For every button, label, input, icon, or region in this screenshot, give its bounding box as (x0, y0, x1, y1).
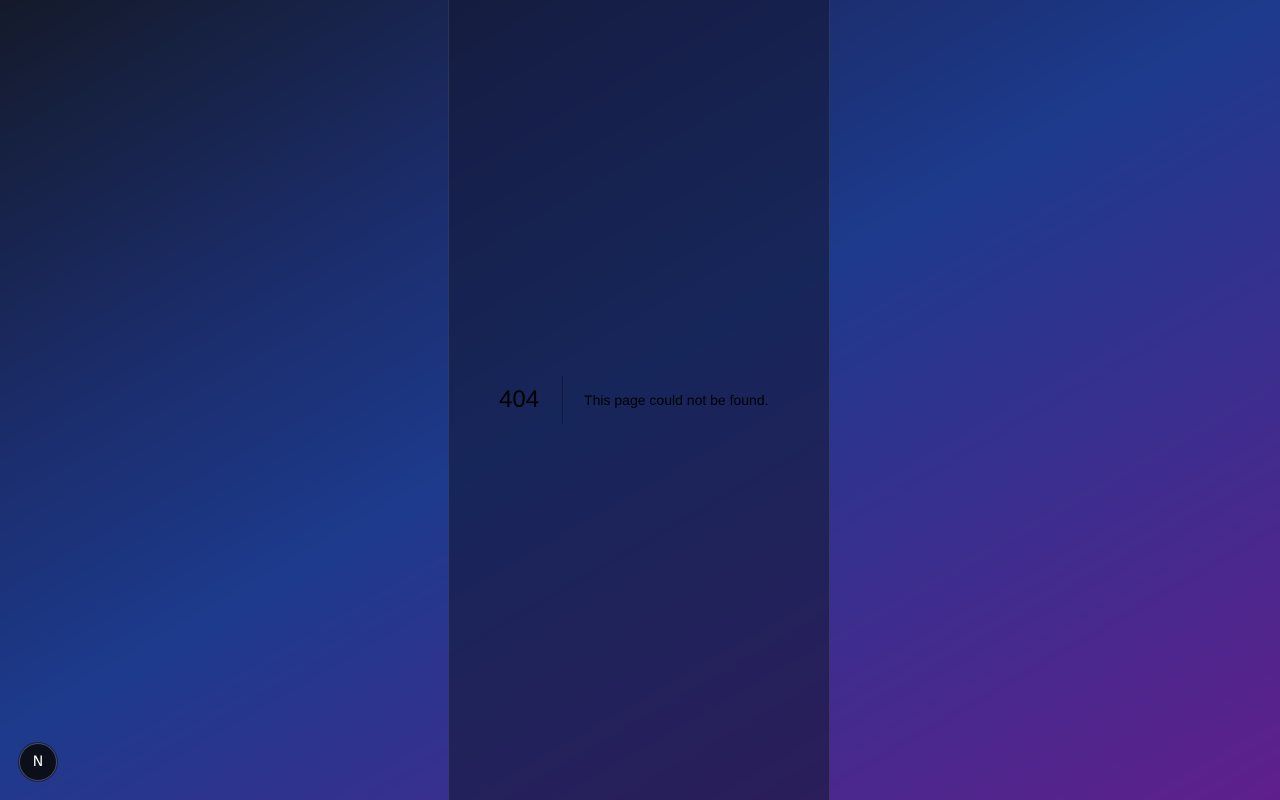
error-code: 404 (499, 376, 564, 424)
nextjs-dev-tools-button[interactable]: N (19, 743, 57, 781)
error-message: This page could not be found. (584, 392, 769, 408)
nextjs-logo-icon: N (32, 754, 44, 770)
error-container: 404 This page could not be found. (499, 376, 769, 424)
